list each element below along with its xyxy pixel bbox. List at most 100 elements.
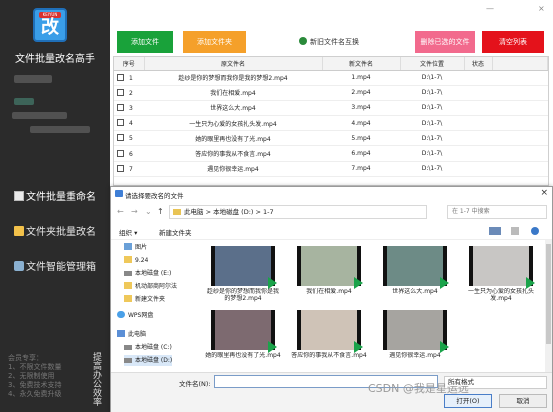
table-row[interactable]: 6 答应你的事我从不食言.mp4 6.mp4 D:\1-7\ [114,145,548,162]
row-seq: 1 [129,74,133,82]
row-seq: 4 [129,120,133,128]
folder-icon [173,209,181,215]
file-thumbnail-grid: 趁纱是你的梦想而我你是我的梦想2.mp4 我们在相爱.mp4 世界这么大.mp4 一生… [197,240,543,372]
file-item[interactable]: 趁纱是你的梦想而我你是我的梦想2.mp4 [205,246,281,304]
add-file-button[interactable]: 添加文件 [117,31,173,53]
forward-arrow-icon[interactable]: → [131,207,138,216]
swap-names-button[interactable]: 新旧文件名互换 [296,31,362,53]
row-checkbox[interactable] [117,73,124,81]
row-checkbox[interactable] [117,119,124,127]
nav-label: 文件夹批量改名 [26,227,96,238]
vertical-scrollbar[interactable] [545,240,552,372]
table-row[interactable]: 3 世界这么大.mp4 3.mp4 D:\1-7\ [114,100,548,117]
row-location: D:\1-7\ [421,74,443,82]
row-seq: 3 [129,104,133,112]
tree-item[interactable]: WPS网盘 [117,310,153,321]
header-new-name[interactable]: 新文件名 [322,57,401,71]
file-item[interactable]: 她的眼里再也没有了光.mp4 [205,310,281,368]
open-button[interactable]: 打开(O) [444,394,492,408]
up-arrow-icon[interactable]: ↑ [157,207,164,216]
breadcrumb[interactable]: 此电脑 > 本地磁盘 (D:) > 1-7 [169,205,427,219]
dialog-app-icon [115,190,123,197]
delete-selected-button[interactable]: 删除已选的文件 [415,31,475,53]
view-mode-icon[interactable] [489,227,501,235]
row-checkbox[interactable] [117,134,124,142]
row-seq: 7 [129,165,133,173]
preview-pane-icon[interactable] [511,227,519,235]
table-row[interactable]: 4 一生只为心爱的女孩扎头发.mp4 4.mp4 D:\1-7\ [114,115,548,132]
breadcrumb-item[interactable]: 本地磁盘 (D:) [213,208,253,216]
row-new-name: 5.mp4 [351,134,371,142]
new-folder-button[interactable]: 新建文件夹 [159,227,192,237]
header-seq[interactable]: 序号 [114,57,145,71]
table-row[interactable]: 5 她的眼里再也没有了光.mp4 5.mp4 D:\1-7\ [114,130,548,147]
dialog-toolbar: 组织 ▾ 新建文件夹 [111,222,552,240]
organize-menu[interactable]: 组织 ▾ [119,227,137,237]
video-thumbnail [211,310,277,353]
tree-item[interactable]: 本地磁盘 (E:) [124,268,171,279]
play-icon [440,277,449,289]
header-original-name[interactable]: 原文件名 [144,57,323,71]
row-checkbox[interactable] [117,103,124,111]
row-original-name: 世界这么大.mp4 [210,105,256,113]
row-new-name: 3.mp4 [351,104,371,112]
file-item[interactable]: 答应你的事我从不食言.mp4 [291,310,367,368]
tree-item[interactable]: 本地磁盘 (C:) [124,342,172,353]
app-title: 文件批量改名高手 [15,54,95,65]
play-icon [268,277,277,289]
file-item[interactable]: 我们在相爱.mp4 [291,246,367,304]
nav-batch-rename-files[interactable]: 文件批量重命名 [14,190,110,206]
play-icon [354,341,363,353]
window-close-button[interactable]: × [538,4,545,13]
tree-item[interactable]: 本地磁盘 (D:) [124,355,173,366]
nav-smart-file-manager[interactable]: 文件智能管理箱 [14,260,110,276]
watermark: CSDN @我是星运远 [368,382,469,395]
table-row[interactable]: 2 我们在相爱.mp4 2.mp4 D:\1-7\ [114,85,548,101]
row-new-name: 2.mp4 [351,89,371,97]
tree-item[interactable]: 9.24 [124,255,148,266]
row-checkbox[interactable] [117,88,124,96]
header-status[interactable]: 状态 [464,57,493,71]
file-name: 答应你的事我从不食言.mp4 [291,352,367,359]
row-location: D:\1-7\ [421,134,443,142]
fold-icon [124,256,132,263]
file-item[interactable]: 遇见你很幸运.mp4 [377,310,453,368]
file-list-table: 序号 原文件名 新文件名 文件位置 状态 1 趁纱是你的梦想而我你是我的梦想2.m… [113,56,549,186]
recent-dropdown-icon[interactable]: ⌄ [145,207,152,216]
table-row[interactable]: 1 趁纱是你的梦想而我你是我的梦想2.mp4 1.mp4 D:\1-7\ [114,70,548,86]
clear-list-button[interactable]: 清空列表 [482,31,544,53]
breadcrumb-item[interactable]: 1-7 [263,208,274,216]
file-item[interactable]: 一生只为心爱的女孩扎头发.mp4 [463,246,539,304]
file-item[interactable]: 世界这么大.mp4 [377,246,453,304]
breadcrumb-item[interactable]: 此电脑 [184,208,204,216]
row-location: D:\1-7\ [421,104,443,112]
video-thumbnail [211,246,277,289]
tree-item-label: 本地磁盘 (C:) [135,344,172,351]
cloud-icon [117,311,125,318]
header-location[interactable]: 文件位置 [400,57,465,71]
dialog-close-button[interactable]: × [540,188,548,198]
tree-item[interactable]: 机动部商阿尔法 [124,281,177,292]
tree-item[interactable]: 图片 [124,242,147,253]
tree-item[interactable]: 新建文件夹 [124,294,165,305]
nav-batch-rename-folders[interactable]: 文件夹批量改名 [14,225,110,241]
scrollbar-thumb[interactable] [546,244,551,344]
cancel-button[interactable]: 取消 [499,394,547,408]
add-folder-button[interactable]: 添加文件夹 [183,31,246,53]
search-input[interactable]: 在 1-7 中搜索 [447,205,547,219]
table-row[interactable]: 7 遇见你很幸运.mp4 7.mp4 D:\1-7\ [114,161,548,177]
row-checkbox[interactable] [117,149,124,157]
tree-item[interactable]: 此电脑 [117,329,146,340]
file-name: 一生只为心爱的女孩扎头发.mp4 [467,288,534,302]
row-checkbox[interactable] [117,164,124,172]
minimize-button[interactable]: — [486,4,494,13]
row-original-name: 趁纱是你的梦想而我你是我的梦想2.mp4 [178,75,288,83]
tree-item-label: 本地磁盘 (E:) [135,270,172,277]
help-icon[interactable] [531,227,539,235]
blurred-text [14,75,52,83]
file-name: 遇见你很幸运.mp4 [389,352,441,359]
toolbox-icon [14,261,24,271]
folder-icon [14,226,24,236]
row-original-name: 我们在相爱.mp4 [210,90,256,98]
back-arrow-icon[interactable]: ← [117,207,124,216]
